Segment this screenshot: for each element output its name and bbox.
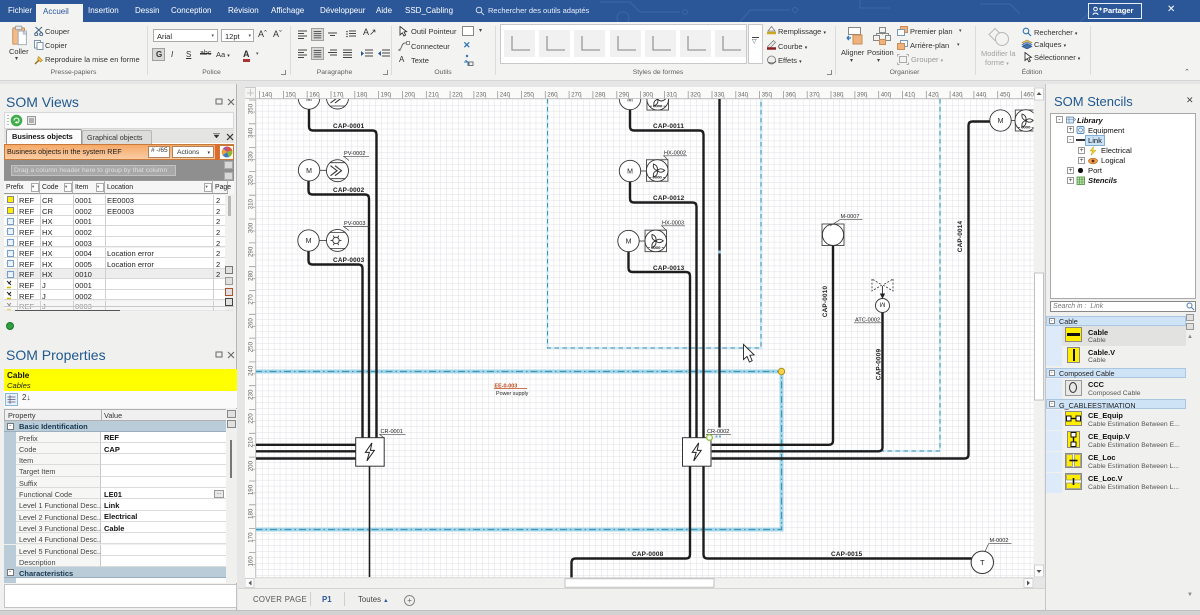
svg-text:160: 160: [309, 92, 320, 99]
svg-text:390: 390: [857, 92, 868, 99]
svg-text:260: 260: [547, 92, 558, 99]
svg-text:HX-0003: HX-0003: [662, 220, 684, 226]
svg-text:460: 460: [1024, 92, 1035, 99]
svg-text:430: 430: [952, 92, 963, 99]
svg-text:320: 320: [247, 175, 254, 186]
svg-text:PV-0003: PV-0003: [344, 221, 365, 227]
svg-text:CAP-0012: CAP-0012: [653, 195, 685, 202]
svg-text:350: 350: [247, 103, 254, 114]
svg-text:440: 440: [976, 92, 987, 99]
svg-text:400: 400: [881, 92, 892, 99]
svg-text:300: 300: [643, 92, 654, 99]
svg-text:M: M: [306, 168, 312, 175]
svg-text:Power supply: Power supply: [496, 391, 529, 397]
svg-text:360: 360: [785, 92, 796, 99]
svg-text:CAP-0010: CAP-0010: [822, 286, 829, 318]
svg-text:290: 290: [619, 92, 630, 99]
svg-text:200: 200: [247, 460, 254, 471]
svg-text:230: 230: [247, 389, 254, 400]
svg-text:M: M: [306, 238, 312, 245]
svg-text:150: 150: [285, 92, 296, 99]
svg-text:CAP-0002: CAP-0002: [333, 187, 365, 194]
svg-text:CAP-0014: CAP-0014: [957, 221, 964, 253]
svg-text:250: 250: [247, 341, 254, 352]
svg-text:HX-0002: HX-0002: [664, 150, 686, 156]
svg-text:CAP-0003: CAP-0003: [333, 257, 365, 264]
svg-text:200: 200: [405, 92, 416, 99]
svg-text:240: 240: [500, 92, 511, 99]
svg-text:M-0007: M-0007: [841, 214, 860, 220]
svg-text:ATC-0002: ATC-0002: [855, 317, 880, 323]
svg-text:T: T: [980, 558, 985, 567]
svg-text:180: 180: [357, 92, 368, 99]
svg-text:410: 410: [905, 92, 916, 99]
svg-text:280: 280: [595, 92, 606, 99]
svg-text:310: 310: [666, 92, 677, 99]
svg-text:160: 160: [247, 556, 254, 567]
svg-text:240: 240: [247, 365, 254, 376]
svg-text:CR-0002: CR-0002: [707, 429, 729, 435]
svg-text:210: 210: [247, 437, 254, 448]
svg-text:220: 220: [452, 92, 463, 99]
svg-text:M-0002: M-0002: [990, 538, 1009, 544]
svg-text:210: 210: [428, 92, 439, 99]
svg-text:220: 220: [247, 413, 254, 424]
svg-text:250: 250: [524, 92, 535, 99]
svg-text:140: 140: [262, 92, 273, 99]
svg-text:290: 290: [247, 246, 254, 257]
svg-text:180: 180: [247, 508, 254, 519]
svg-text:170: 170: [333, 92, 344, 99]
svg-text:CAP-0001: CAP-0001: [333, 123, 365, 130]
svg-text:320: 320: [690, 92, 701, 99]
svg-text:190: 190: [247, 484, 254, 495]
svg-text:M: M: [626, 239, 632, 246]
svg-text:420: 420: [928, 92, 939, 99]
svg-text:380: 380: [833, 92, 844, 99]
svg-text:PV-0002: PV-0002: [344, 151, 365, 157]
svg-text:280: 280: [247, 270, 254, 281]
svg-text:230: 230: [476, 92, 487, 99]
svg-text:270: 270: [247, 294, 254, 305]
svg-text:190: 190: [381, 92, 392, 99]
svg-text:M: M: [998, 118, 1004, 125]
svg-text:M: M: [880, 301, 885, 308]
svg-text:350: 350: [762, 92, 773, 99]
svg-text:370: 370: [809, 92, 820, 99]
svg-text:330: 330: [247, 151, 254, 162]
svg-text:340: 340: [247, 127, 254, 138]
svg-text:330: 330: [714, 92, 725, 99]
svg-text:CAP-0013: CAP-0013: [653, 265, 685, 272]
svg-text:300: 300: [247, 222, 254, 233]
svg-text:CAP-0008: CAP-0008: [632, 551, 664, 558]
svg-text:170: 170: [247, 532, 254, 543]
svg-text:M: M: [627, 169, 633, 176]
svg-text:CAP-0009: CAP-0009: [876, 349, 883, 381]
svg-text:450: 450: [1000, 92, 1011, 99]
svg-text:310: 310: [247, 198, 254, 209]
svg-text:CAP-0015: CAP-0015: [831, 551, 863, 558]
svg-text:270: 270: [571, 92, 582, 99]
svg-text:260: 260: [247, 318, 254, 329]
svg-text:CAP-0011: CAP-0011: [653, 123, 684, 130]
svg-text:CR-0001: CR-0001: [381, 429, 403, 435]
svg-text:340: 340: [738, 92, 749, 99]
